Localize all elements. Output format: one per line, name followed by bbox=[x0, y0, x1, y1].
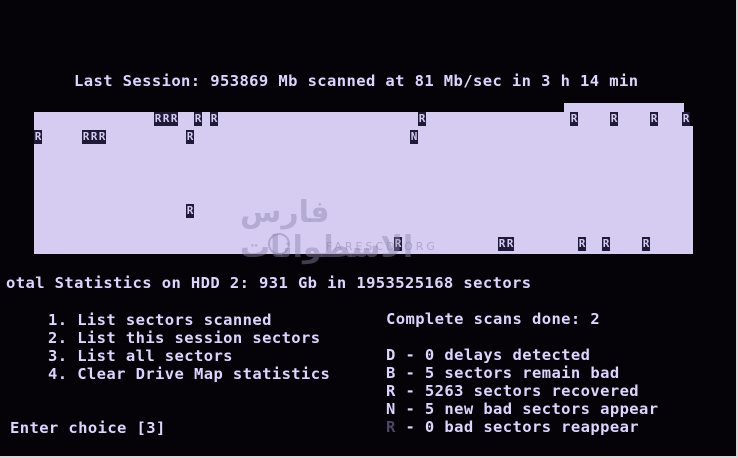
new-bad-sector-mark: N bbox=[410, 130, 418, 144]
recovered-sector-mark: R bbox=[578, 237, 586, 251]
menu-item-1[interactable]: 1. List sectors scanned bbox=[48, 311, 272, 329]
legend-text-recovered: - 5263 sectors recovered bbox=[395, 382, 640, 400]
recovered-sector-mark: R bbox=[186, 130, 194, 144]
recovered-sector-mark: R bbox=[194, 112, 202, 126]
recovered-sector-mark: R bbox=[506, 237, 514, 251]
recovered-sector-mark: R bbox=[650, 112, 658, 126]
drive-map-area bbox=[34, 112, 414, 126]
recovered-sector-mark: R bbox=[82, 130, 90, 144]
legend-text-reappear: - 0 bad sectors reappear bbox=[395, 418, 640, 436]
recovered-sector-mark: R bbox=[170, 112, 178, 126]
menu-item-4[interactable]: 4. Clear Drive Map statistics bbox=[48, 365, 330, 383]
drive-map-area bbox=[414, 112, 564, 126]
drive-map-area bbox=[34, 236, 693, 250]
recovered-sector-mark: R bbox=[570, 112, 578, 126]
recovered-sector-mark: R bbox=[34, 130, 42, 144]
dos-screen: Last Session: 953869 Mb scanned at 81 Mb… bbox=[0, 0, 738, 458]
recovered-sector-mark: R bbox=[154, 112, 162, 126]
total-statistics-line: otal Statistics on HDD 2: 931 Gb in 1953… bbox=[6, 274, 532, 292]
recovered-sector-mark: R bbox=[394, 237, 402, 251]
legend-text-new-bad: - 5 new bad sectors appear bbox=[395, 400, 659, 418]
legend-key-r: R bbox=[386, 382, 396, 400]
recovered-sector-mark: R bbox=[418, 112, 426, 126]
recovered-sector-mark: R bbox=[498, 237, 506, 251]
enter-choice-prompt[interactable]: Enter choice [3] bbox=[10, 419, 166, 437]
legend-new-bad: N - 5 new bad sectors appear bbox=[386, 400, 659, 418]
recovered-sector-mark: R bbox=[90, 130, 98, 144]
legend-key-r-dim: R bbox=[386, 418, 396, 436]
menu-item-3[interactable]: 3. List all sectors bbox=[48, 347, 233, 365]
recovered-sector-mark: R bbox=[602, 237, 610, 251]
menu-item-2[interactable]: 2. List this session sectors bbox=[48, 329, 321, 347]
legend-delays: D - 0 delays detected bbox=[386, 346, 590, 364]
legend-text-delays: - 0 delays detected bbox=[395, 346, 591, 364]
legend-text-remain-bad: - 5 sectors remain bad bbox=[395, 364, 620, 382]
recovered-sector-mark: R bbox=[98, 130, 106, 144]
recovered-sector-mark: R bbox=[610, 112, 618, 126]
drive-map-area bbox=[34, 126, 693, 254]
recovered-sector-mark: R bbox=[186, 204, 194, 218]
legend-recovered: R - 5263 sectors recovered bbox=[386, 382, 639, 400]
recovered-sector-mark: R bbox=[642, 237, 650, 251]
complete-scans-count: Complete scans done: 2 bbox=[386, 310, 601, 328]
recovered-sector-mark: R bbox=[162, 112, 170, 126]
legend-key-b: B bbox=[386, 364, 396, 382]
legend-remain-bad: B - 5 sectors remain bad bbox=[386, 364, 620, 382]
recovered-sector-mark: R bbox=[210, 112, 218, 126]
legend-key-n: N bbox=[386, 400, 396, 418]
legend-reappear: R - 0 bad sectors reappear bbox=[386, 418, 639, 436]
drive-map-area bbox=[564, 103, 684, 126]
legend-key-d: D bbox=[386, 346, 396, 364]
recovered-sector-mark: R bbox=[682, 112, 690, 126]
